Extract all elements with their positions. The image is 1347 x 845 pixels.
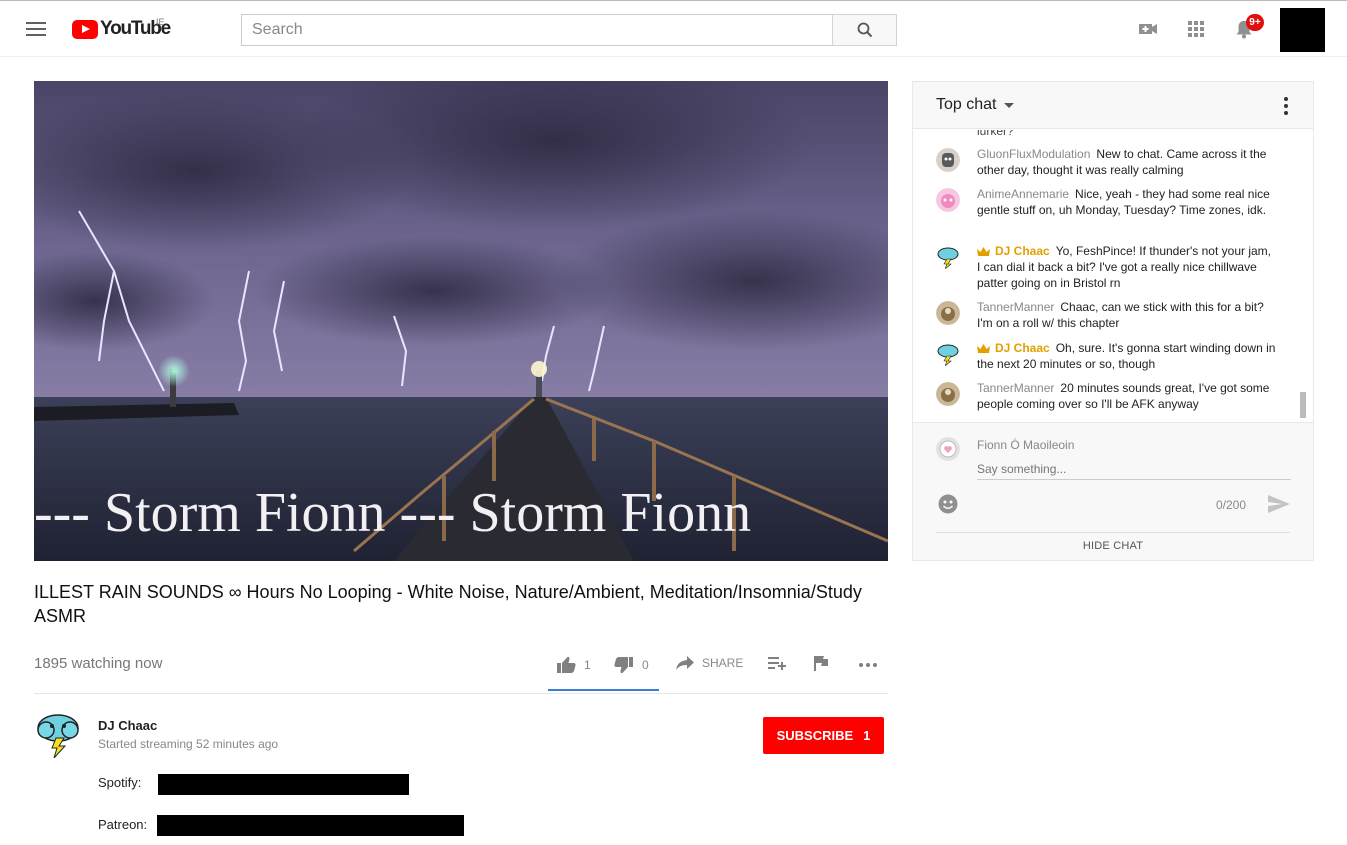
- chat-author[interactable]: TannerManner: [977, 300, 1054, 314]
- chat-author-owner[interactable]: DJ Chaac: [995, 341, 1050, 355]
- stream-start-time: Started streaming 52 minutes ago: [98, 737, 279, 751]
- chat-author-owner[interactable]: DJ Chaac: [995, 244, 1050, 258]
- owner-avatar: [936, 245, 960, 269]
- emoji-icon[interactable]: [938, 494, 958, 514]
- chat-author[interactable]: TannerManner: [977, 381, 1054, 395]
- video-title: ILLEST RAIN SOUNDS ∞ Hours No Looping - …: [34, 582, 862, 626]
- like-count: 1: [584, 658, 591, 672]
- share-label: SHARE: [702, 656, 744, 670]
- current-user-name: Fionn Ó Maoileoin: [977, 438, 1075, 452]
- hide-chat-button[interactable]: HIDE CHAT: [936, 540, 1290, 552]
- thumbs-up-icon: [557, 656, 576, 673]
- more-horizontal-icon: [859, 663, 877, 667]
- like-ratio-bar: [548, 689, 659, 691]
- chat-scrollbar[interactable]: [1300, 392, 1306, 418]
- live-chat-panel: Top chat lurker? GluonFluxModulation New …: [912, 81, 1314, 561]
- playlist-add-icon: [768, 657, 786, 670]
- channel-avatar[interactable]: [34, 710, 82, 759]
- notification-badge: 9+: [1246, 14, 1264, 31]
- redacted-patreon-link: [157, 815, 464, 836]
- dislike-count: 0: [642, 658, 649, 672]
- divider: [936, 532, 1290, 533]
- more-actions-button[interactable]: [858, 662, 878, 668]
- channel-name[interactable]: DJ Chaac: [98, 718, 157, 733]
- chat-message-input[interactable]: [977, 458, 1291, 480]
- search-input[interactable]: Search: [241, 14, 833, 46]
- chat-message: TannerManner Chaac, can we stick with thi…: [936, 299, 1276, 331]
- create-video-icon[interactable]: [1137, 18, 1159, 40]
- subscribe-button[interactable]: SUBSCRIBE 1: [763, 717, 884, 754]
- spotify-label: Spotify:: [98, 775, 142, 790]
- current-user-avatar: [936, 437, 960, 461]
- chat-title: Top chat: [936, 96, 997, 113]
- search-button[interactable]: [832, 14, 897, 46]
- report-button[interactable]: [814, 656, 828, 671]
- user-avatar: [936, 301, 960, 325]
- video-frame-image: --- Storm Fionn --- Storm Fionn: [34, 81, 888, 561]
- owner-avatar: [936, 342, 960, 366]
- apps-grid-icon[interactable]: [1185, 18, 1207, 40]
- search-placeholder: Search: [252, 21, 303, 38]
- subscriber-count: 1: [863, 728, 871, 743]
- subscribe-label: SUBSCRIBE: [776, 728, 854, 743]
- chat-message: AnimeAnnemarie Nice, yeah - they had some…: [936, 186, 1276, 218]
- chat-message-owner: DJ Chaac Oh, sure. It's gonna start windi…: [936, 340, 1276, 372]
- chat-message-list[interactable]: lurker? GluonFluxModulation New to chat. …: [913, 130, 1313, 420]
- chat-author[interactable]: AnimeAnnemarie: [977, 187, 1069, 201]
- send-icon[interactable]: [1268, 495, 1290, 513]
- chat-author[interactable]: GluonFluxModulation: [977, 147, 1090, 161]
- like-button[interactable]: 1: [556, 656, 591, 674]
- chat-input-area: Fionn Ó Maoileoin 0/200 HIDE CHAT: [913, 422, 1313, 560]
- chat-header: Top chat: [913, 82, 1313, 129]
- youtube-play-icon: [72, 19, 98, 39]
- search-icon: [857, 22, 872, 38]
- account-avatar[interactable]: [1280, 8, 1325, 52]
- crown-icon: [977, 247, 990, 256]
- chat-more-options-icon[interactable]: [1284, 97, 1288, 115]
- watching-count: 1895 watching now: [34, 655, 163, 672]
- thumbs-down-icon: [614, 657, 633, 674]
- dislike-button[interactable]: 0: [614, 656, 649, 674]
- top-bar: YouTube IE Search 9+: [0, 0, 1347, 57]
- divider: [34, 693, 888, 694]
- chat-message: TannerManner 20 minutes sounds great, I'v…: [936, 380, 1276, 412]
- user-avatar: [936, 382, 960, 406]
- video-player[interactable]: --- Storm Fionn --- Storm Fionn: [34, 81, 888, 561]
- chat-message: GluonFluxModulation New to chat. Came acr…: [936, 146, 1276, 178]
- user-avatar: [936, 188, 960, 212]
- youtube-logo[interactable]: YouTube IE: [72, 17, 171, 40]
- share-button[interactable]: SHARE: [676, 656, 743, 670]
- crown-icon: [977, 344, 990, 353]
- user-avatar: [936, 148, 960, 172]
- video-overlay-text: --- Storm Fionn --- Storm Fionn: [34, 482, 751, 544]
- share-arrow-icon: [676, 656, 694, 670]
- add-to-playlist-button[interactable]: [768, 656, 786, 670]
- flag-icon: [814, 656, 828, 671]
- menu-icon[interactable]: [26, 22, 46, 36]
- chat-message-owner: DJ Chaac Yo, FeshPince! If thunder's not …: [936, 243, 1276, 291]
- chat-mode-dropdown[interactable]: Top chat: [936, 96, 1015, 114]
- character-counter: 0/200: [1216, 498, 1247, 512]
- country-code: IE: [156, 17, 165, 27]
- video-actions: 1 0 SHARE: [548, 650, 888, 691]
- chevron-down-icon: [1004, 102, 1015, 108]
- chat-message-partial: lurker?: [977, 130, 1014, 138]
- patreon-label: Patreon:: [98, 817, 148, 832]
- redacted-spotify-link: [158, 774, 409, 795]
